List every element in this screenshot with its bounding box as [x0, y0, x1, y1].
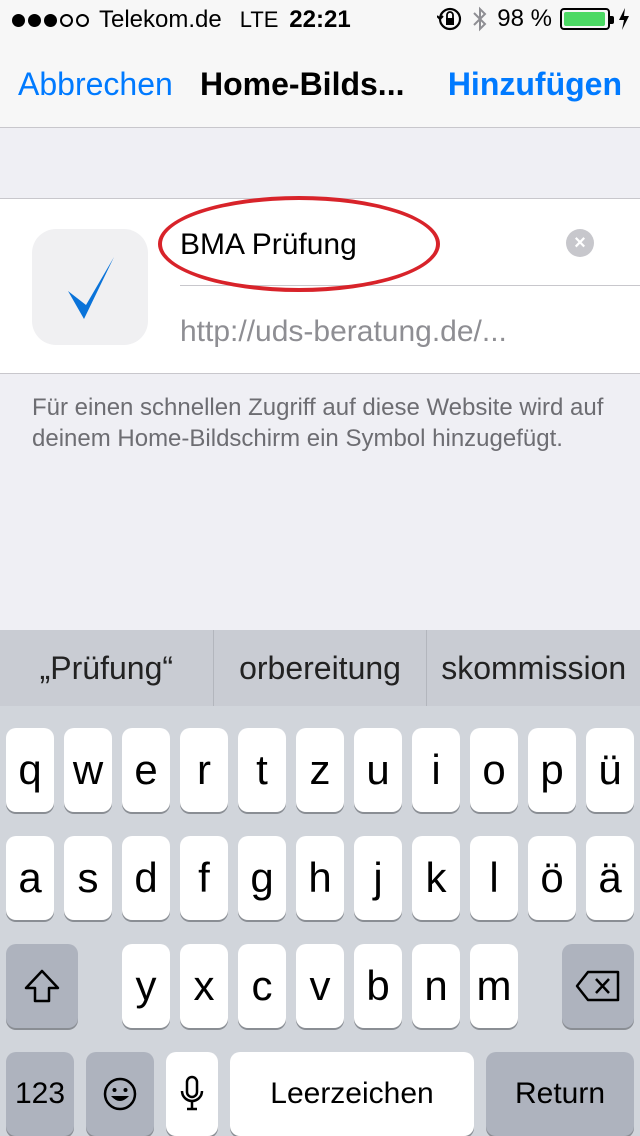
key[interactable]: l: [470, 836, 518, 920]
key[interactable]: q: [6, 728, 54, 812]
battery-fill: [564, 12, 606, 26]
key[interactable]: z: [296, 728, 344, 812]
microphone-icon: [180, 1075, 204, 1111]
shift-key[interactable]: [6, 944, 78, 1028]
key[interactable]: ö: [528, 836, 576, 920]
checkmark-icon: [68, 257, 114, 319]
key[interactable]: f: [180, 836, 228, 920]
key[interactable]: b: [354, 944, 402, 1028]
key[interactable]: s: [64, 836, 112, 920]
numbers-key[interactable]: 123: [6, 1052, 74, 1136]
key[interactable]: o: [470, 728, 518, 812]
status-right: 98 %: [437, 5, 630, 33]
add-button[interactable]: Hinzufügen: [448, 66, 622, 103]
key[interactable]: u: [354, 728, 402, 812]
hint-text: Für einen schnellen Zugriff auf diese We…: [32, 394, 604, 452]
key[interactable]: r: [180, 728, 228, 812]
signal-strength-icon: [12, 13, 89, 27]
key[interactable]: v: [296, 944, 344, 1028]
return-key[interactable]: Return: [486, 1052, 634, 1136]
page-title: Home-Bilds...: [200, 66, 405, 102]
bluetooth-icon: [473, 6, 487, 32]
emoji-icon: [103, 1077, 137, 1111]
key[interactable]: ü: [586, 728, 634, 812]
charging-bolt-icon: [619, 8, 629, 30]
key[interactable]: p: [528, 728, 576, 812]
key[interactable]: g: [238, 836, 286, 920]
key[interactable]: w: [64, 728, 112, 812]
carrier-name: Telekom.de: [99, 6, 222, 33]
delete-key[interactable]: [562, 944, 634, 1028]
network-type: LTE: [239, 7, 279, 32]
bookmark-name-input[interactable]: [180, 219, 560, 271]
cancel-button[interactable]: Abbrechen: [18, 66, 173, 103]
key[interactable]: c: [238, 944, 286, 1028]
key[interactable]: n: [412, 944, 460, 1028]
url-field: http://uds-beratung.de/...: [180, 315, 507, 348]
key[interactable]: a: [6, 836, 54, 920]
key[interactable]: x: [180, 944, 228, 1028]
navigation-bar: Abbrechen Home-Bilds... Hinzufügen: [0, 40, 640, 128]
rotation-lock-icon: [437, 7, 462, 31]
key[interactable]: h: [296, 836, 344, 920]
key[interactable]: y: [122, 944, 170, 1028]
field-separator: [180, 285, 640, 286]
status-bar: Telekom.de LTE 22:21 98 %: [0, 0, 640, 40]
shift-icon: [24, 969, 60, 1003]
status-left: Telekom.de LTE: [12, 6, 278, 34]
keyboard: q w e r t z u i o p ü a s d f g h j k l …: [0, 706, 640, 1136]
key[interactable]: i: [412, 728, 460, 812]
suggestion-item[interactable]: skommission: [426, 630, 640, 706]
battery-percent: 98 %: [497, 5, 552, 32]
key[interactable]: k: [412, 836, 460, 920]
key[interactable]: m: [470, 944, 518, 1028]
backspace-icon: [575, 970, 620, 1002]
key[interactable]: j: [354, 836, 402, 920]
key[interactable]: t: [238, 728, 286, 812]
add-to-home-form: × http://uds-beratung.de/...: [0, 198, 640, 374]
key[interactable]: ä: [586, 836, 634, 920]
space-key[interactable]: Leerzeichen: [230, 1052, 474, 1136]
key[interactable]: e: [122, 728, 170, 812]
dictation-key[interactable]: [166, 1052, 218, 1136]
suggestion-item[interactable]: orbereitung: [212, 630, 427, 706]
clear-text-icon[interactable]: ×: [566, 229, 594, 257]
suggestion-bar: „Prüfung“ orbereitung skommission: [0, 630, 640, 706]
emoji-key[interactable]: [86, 1052, 154, 1136]
battery-icon: [560, 8, 614, 30]
suggestion-item[interactable]: „Prüfung“: [0, 630, 213, 706]
key[interactable]: d: [122, 836, 170, 920]
app-icon: [32, 229, 148, 345]
